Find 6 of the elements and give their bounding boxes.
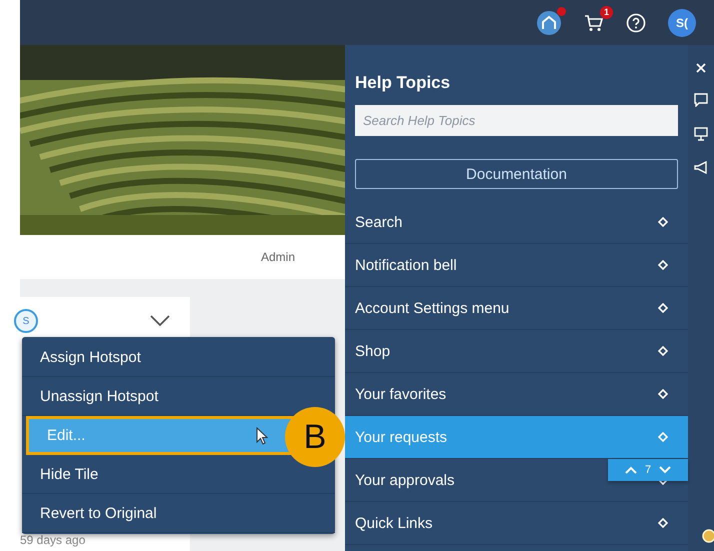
user-avatar: S: [14, 309, 38, 333]
panel-title: Help Topics: [355, 73, 452, 93]
time-label: 59 days ago: [20, 533, 86, 549]
cart-badge: 1: [600, 6, 613, 18]
admin-label: Admin: [260, 250, 295, 264]
pager-count: 7: [644, 464, 652, 476]
